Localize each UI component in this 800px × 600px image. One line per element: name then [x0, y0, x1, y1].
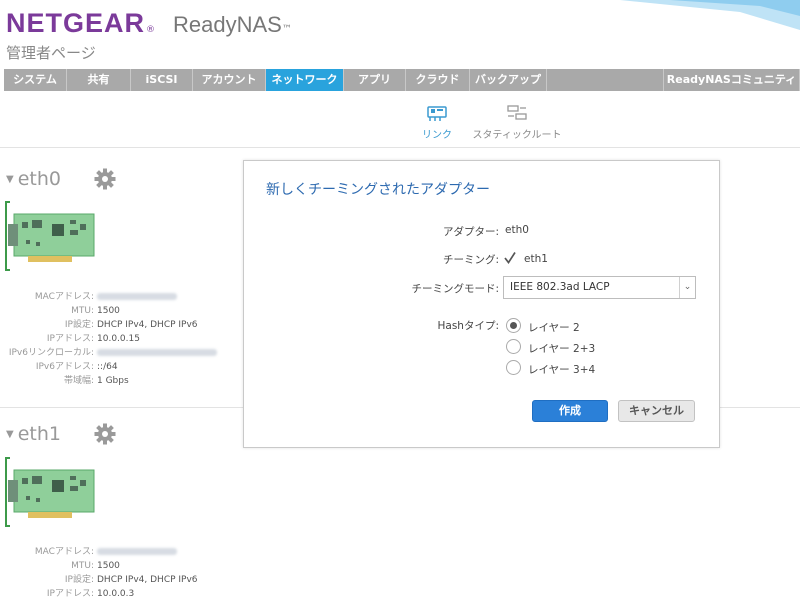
readynas-admin-page: NETGEAR ® ReadyNAS ™ 管理者ページ システム 共有 iSCS…: [0, 0, 800, 600]
hash-option-layer34: レイヤー 3+4: [528, 364, 596, 376]
brand-header: NETGEAR ® ReadyNAS ™: [6, 8, 292, 39]
eth0-ip-label: IPアドレス:: [46, 334, 94, 344]
subnav-link-label: リンク: [422, 130, 452, 141]
cancel-button[interactable]: キャンセル: [618, 400, 695, 422]
eth1-ip-row: IPアドレス: 10.0.0.3: [2, 587, 198, 600]
header-swoosh-graphic: [620, 0, 800, 30]
eth0-ip-value: 10.0.0.15: [97, 334, 140, 344]
adapter-value: eth0: [505, 224, 529, 236]
subnav-link[interactable]: リンク: [412, 104, 462, 141]
eth0-ip-setting-value: DHCP IPv4, DHCP IPv6: [97, 320, 198, 330]
route-icon: [507, 105, 527, 120]
collapse-triangle-icon[interactable]: ▼: [6, 429, 14, 440]
teaming-dialog: 新しくチーミングされたアダプター アダプター: eth0 チーミング: eth1…: [243, 160, 720, 448]
eth1-mac-redacted: [97, 548, 177, 555]
eth1-mtu-row: MTU: 1500: [2, 559, 198, 573]
teaming-label: チーミング:: [442, 254, 499, 266]
eth1-gear-icon[interactable]: [94, 423, 116, 445]
tab-iscsi[interactable]: iSCSI: [131, 69, 193, 91]
eth1-info: MACアドレス: MTU: 1500 IP設定: DHCP IPv4, DHCP…: [2, 545, 198, 600]
eth0-ip-setting-row: IP設定: DHCP IPv4, DHCP IPv6: [2, 318, 217, 332]
page-subtitle: 管理者ページ: [6, 44, 96, 62]
eth0-mac-row: MACアドレス:: [2, 290, 217, 304]
eth0-bandwidth-row: 帯域幅: 1 Gbps: [2, 374, 217, 388]
create-button[interactable]: 作成: [532, 400, 608, 422]
main-nav: システム 共有 iSCSI アカウント ネットワーク アプリ クラウド バックア…: [4, 69, 800, 91]
tab-apps[interactable]: アプリ: [344, 69, 406, 91]
eth0-ipv6-link-local-label: IPv6リンクローカル:: [8, 348, 94, 358]
eth0-ipv6-link-local-redacted: [97, 349, 217, 356]
eth0-mac-label: MACアドレス:: [34, 292, 94, 302]
eth1-mtu-value: 1500: [97, 561, 120, 571]
eth0-name: eth0: [17, 168, 61, 190]
eth1-ip-label: IPアドレス:: [46, 589, 94, 599]
eth0-header[interactable]: ▼ eth0: [6, 168, 61, 190]
eth1-ip-setting-label: IP設定:: [64, 575, 94, 585]
eth0-mac-redacted: [97, 293, 177, 300]
section-divider: [0, 147, 800, 148]
mode-label: チーミングモード:: [411, 283, 499, 295]
hash-option-layer2: レイヤー 2: [528, 322, 580, 334]
hash-radio-layer34[interactable]: [506, 360, 521, 375]
eth0-bandwidth-value: 1 Gbps: [97, 376, 129, 386]
tab-system[interactable]: システム: [4, 69, 67, 91]
eth0-bandwidth-label: 帯域幅:: [63, 376, 94, 386]
eth1-network-card-icon: [5, 457, 95, 527]
tab-community[interactable]: ReadyNASコミュニティ: [664, 69, 800, 91]
teaming-member: eth1: [524, 253, 548, 265]
hash-radio-layer23[interactable]: [506, 339, 521, 354]
hash-option-layer23: レイヤー 2+3: [528, 343, 596, 355]
eth1-name: eth1: [17, 423, 61, 445]
eth0-ipv6-row: IPv6アドレス: ::/64: [2, 360, 217, 374]
collapse-triangle-icon[interactable]: ▼: [6, 174, 14, 185]
eth1-ip-setting-value: DHCP IPv4, DHCP IPv6: [97, 575, 198, 585]
eth0-ip-row: IPアドレス: 10.0.0.15: [2, 332, 217, 346]
eth1-ip-setting-row: IP設定: DHCP IPv4, DHCP IPv6: [2, 573, 198, 587]
adapter-label: アダプター:: [442, 226, 499, 238]
eth0-ipv6-label: IPv6アドレス:: [35, 362, 94, 372]
eth0-mtu-row: MTU: 1500: [2, 304, 217, 318]
tab-cloud[interactable]: クラウド: [406, 69, 470, 91]
netgear-logo: NETGEAR: [6, 8, 146, 38]
eth0-mtu-value: 1500: [97, 306, 120, 316]
eth1-mtu-label: MTU:: [71, 561, 94, 571]
teaming-mode-value: IEEE 802.3ad LACP: [510, 281, 610, 293]
eth0-gear-icon[interactable]: [94, 168, 116, 190]
dialog-title: 新しくチーミングされたアダプター: [266, 182, 490, 198]
teaming-checkbox[interactable]: [502, 250, 518, 266]
registered-mark: ®: [146, 25, 156, 35]
subnav-static-route-label: スタティックルート: [472, 130, 562, 141]
network-card-icon: [427, 106, 447, 121]
hash-label: Hashタイプ:: [437, 320, 500, 332]
eth0-mtu-label: MTU:: [71, 306, 94, 316]
chevron-down-icon: ⌄: [679, 277, 695, 298]
tab-backup[interactable]: バックアップ: [470, 69, 547, 91]
eth1-ip-value: 10.0.0.3: [97, 589, 135, 599]
eth0-ipv6-value: ::/64: [97, 362, 118, 372]
nav-spacer: [547, 69, 664, 91]
eth0-ip-setting-label: IP設定:: [64, 320, 94, 330]
eth0-network-card-icon: [5, 201, 95, 271]
subnav-static-route[interactable]: スタティックルート: [472, 104, 562, 141]
eth1-mac-label: MACアドレス:: [34, 547, 94, 557]
eth0-info: MACアドレス: MTU: 1500 IP設定: DHCP IPv4, DHCP…: [2, 290, 217, 388]
eth1-header[interactable]: ▼ eth1: [6, 423, 61, 445]
teaming-mode-select[interactable]: IEEE 802.3ad LACP ⌄: [503, 276, 696, 299]
tab-shares[interactable]: 共有: [67, 69, 131, 91]
tab-network[interactable]: ネットワーク: [266, 69, 344, 91]
tab-accounts[interactable]: アカウント: [193, 69, 266, 91]
eth1-mac-row: MACアドレス:: [2, 545, 198, 559]
eth0-ipv6-link-local-row: IPv6リンクローカル:: [2, 346, 217, 360]
trademark-mark: ™: [281, 24, 292, 35]
product-name: ReadyNAS: [173, 12, 282, 37]
hash-radio-layer2[interactable]: [506, 318, 521, 333]
